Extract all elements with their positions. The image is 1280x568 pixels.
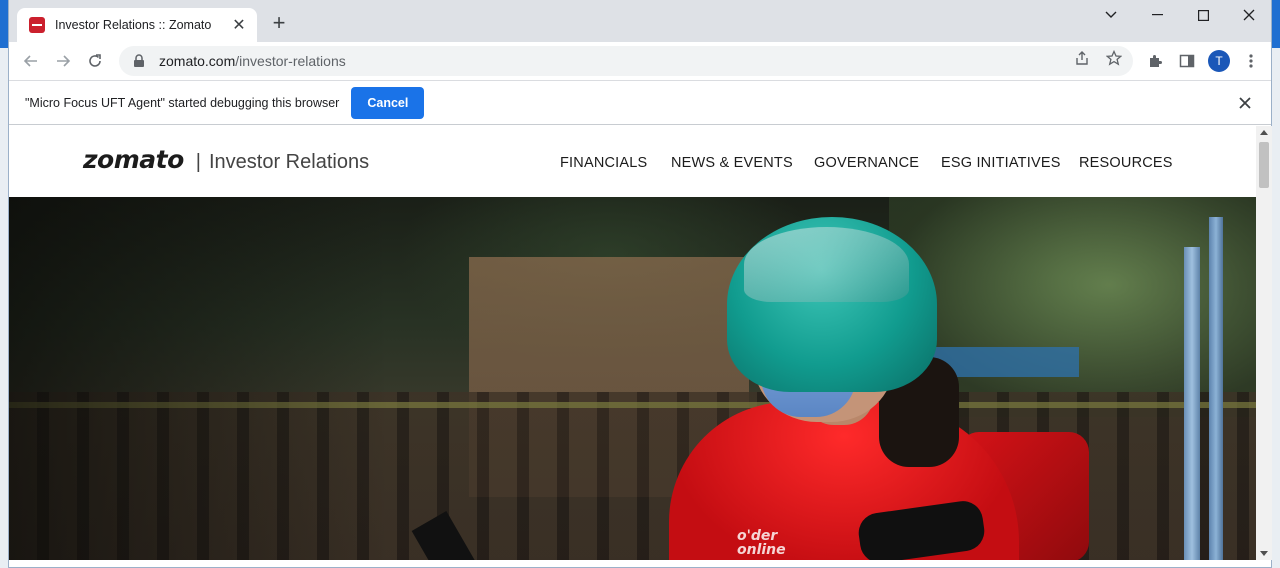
infobar-message: "Micro Focus UFT Agent" started debuggin… <box>25 95 340 110</box>
minimize-icon[interactable] <box>1137 4 1177 26</box>
browser-window: Investor Relations :: Zomato ✕ + zomato.… <box>8 0 1272 568</box>
hero-pole <box>1209 217 1223 560</box>
hero-image-delivery-rider: o'der online <box>9 197 1256 560</box>
scroll-up-arrow-icon[interactable] <box>1260 130 1268 135</box>
address-bar[interactable]: zomato.com /investor-relations <box>119 46 1133 76</box>
site-logo[interactable]: zomato | Investor Relations <box>83 145 369 174</box>
nav-esg-initiatives[interactable]: ESG INITIATIVES <box>941 155 1061 171</box>
url-host: zomato.com <box>159 53 236 69</box>
cancel-debugging-button[interactable]: Cancel <box>351 86 425 119</box>
page-scrollbar[interactable] <box>1256 126 1272 560</box>
scrollbar-thumb[interactable] <box>1259 142 1269 188</box>
tab-investor-relations[interactable]: Investor Relations :: Zomato ✕ <box>17 8 257 42</box>
nav-resources[interactable]: RESOURCES <box>1079 155 1173 171</box>
nav-financials[interactable]: FINANCIALS <box>560 155 647 171</box>
infobar-close-icon[interactable] <box>1235 93 1255 113</box>
reload-icon[interactable] <box>83 49 107 73</box>
tab-strip: Investor Relations :: Zomato ✕ + <box>9 0 1271 42</box>
desktop-edge-left <box>0 0 8 48</box>
hero-shirt-logo: o'der online <box>737 528 786 558</box>
tab-title: Investor Relations :: Zomato <box>55 18 212 32</box>
share-icon[interactable] <box>1073 49 1091 67</box>
nav-governance[interactable]: GOVERNANCE <box>814 155 919 171</box>
logo-separator: | <box>195 151 201 173</box>
tab-close-icon[interactable]: ✕ <box>231 15 247 35</box>
new-tab-button[interactable]: + <box>267 12 291 36</box>
hero-shadow <box>9 197 389 560</box>
back-arrow-icon[interactable] <box>19 49 43 73</box>
lock-icon[interactable] <box>133 54 147 68</box>
url-path: /investor-relations <box>235 53 346 69</box>
extensions-puzzle-icon[interactable] <box>1144 50 1166 72</box>
kebab-menu-icon[interactable] <box>1240 50 1262 72</box>
zomato-favicon-icon <box>29 17 45 33</box>
page-viewport: zomato | Investor Relations FINANCIALS N… <box>9 126 1256 560</box>
forward-arrow-icon[interactable] <box>51 49 75 73</box>
desktop-edge-right <box>1272 0 1280 48</box>
site-header: zomato | Investor Relations FINANCIALS N… <box>9 126 1256 197</box>
profile-avatar[interactable]: T <box>1208 50 1230 72</box>
maximize-icon[interactable] <box>1183 4 1223 26</box>
investor-relations-title: Investor Relations <box>208 151 370 173</box>
nav-news-events[interactable]: NEWS & EVENTS <box>671 155 793 171</box>
debugging-infobar: "Micro Focus UFT Agent" started debuggin… <box>9 80 1271 125</box>
window-close-icon[interactable] <box>1229 4 1269 26</box>
zomato-logo: zomato <box>83 145 184 174</box>
hero-visor <box>744 227 909 302</box>
scroll-down-arrow-icon[interactable] <box>1260 551 1268 556</box>
tab-search-chevron-down-icon[interactable] <box>1091 4 1131 26</box>
browser-toolbar: zomato.com /investor-relations T <box>9 42 1271 80</box>
bookmark-star-icon[interactable] <box>1105 49 1123 67</box>
hero-pole <box>1184 247 1200 560</box>
side-panel-icon[interactable] <box>1176 50 1198 72</box>
